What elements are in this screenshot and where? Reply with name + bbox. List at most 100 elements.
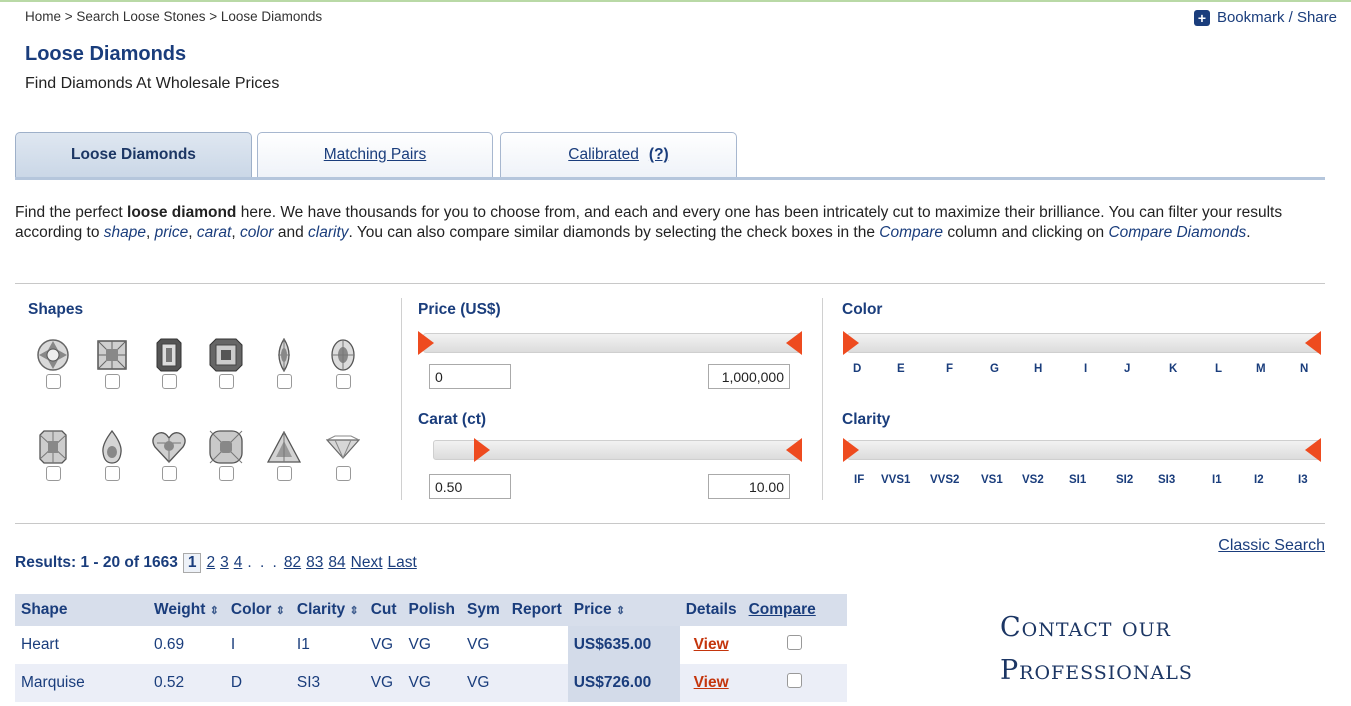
carat-max-handle[interactable]: [786, 438, 802, 462]
clarity-tick[interactable]: SI2: [1116, 474, 1133, 486]
clarity-slider-track[interactable]: [847, 440, 1321, 460]
header-shape[interactable]: Shape: [15, 594, 148, 626]
classic-search-link[interactable]: Classic Search: [1218, 537, 1325, 555]
color-tick[interactable]: H: [1034, 363, 1042, 375]
clarity-tick[interactable]: VS1: [981, 474, 1003, 486]
tab-matching-pairs-label[interactable]: Matching Pairs: [324, 146, 427, 163]
next-page-link[interactable]: Next: [351, 554, 383, 572]
clarity-tick[interactable]: I2: [1254, 474, 1264, 486]
page-link[interactable]: 84: [328, 554, 345, 572]
shape-checkbox[interactable]: [335, 466, 351, 481]
header-weight[interactable]: Weight ⇕: [148, 594, 225, 626]
pear-icon[interactable]: [94, 428, 130, 466]
shape-pear[interactable]: [94, 428, 130, 486]
breadcrumb[interactable]: Home > Search Loose Stones > Loose Diamo…: [25, 9, 322, 24]
shape-heart[interactable]: [151, 428, 187, 486]
shape-oval[interactable]: [325, 336, 361, 394]
color-tick[interactable]: F: [946, 363, 953, 375]
shape-checkbox[interactable]: [104, 466, 120, 481]
bookmark-share-link[interactable]: + Bookmark / Share: [1193, 9, 1337, 26]
bookmark-label[interactable]: Bookmark / Share: [1217, 9, 1337, 26]
clarity-min-handle[interactable]: [843, 438, 859, 462]
shape-marquise[interactable]: [266, 336, 302, 394]
clarity-tick[interactable]: I3: [1298, 474, 1308, 486]
last-page-link[interactable]: Last: [388, 554, 417, 572]
shape-checkbox[interactable]: [45, 374, 61, 389]
price-min-handle[interactable]: [418, 331, 434, 355]
compare-checkbox[interactable]: [787, 635, 803, 650]
sort-icon[interactable]: ⇕: [349, 605, 358, 617]
trillion-side-icon[interactable]: [325, 428, 361, 466]
header-compare[interactable]: Compare: [742, 594, 847, 626]
header-price[interactable]: Price ⇕: [567, 594, 680, 626]
trilliant-icon[interactable]: [266, 428, 302, 466]
shape-checkbox[interactable]: [335, 374, 351, 389]
cushion-icon[interactable]: [208, 428, 244, 466]
shape-checkbox[interactable]: [218, 466, 234, 481]
shape-princess[interactable]: [94, 336, 130, 394]
shape-cushion[interactable]: [208, 428, 244, 486]
asscher-icon[interactable]: [208, 336, 244, 374]
color-tick[interactable]: L: [1215, 363, 1222, 375]
contact-professionals-banner[interactable]: Contact our Professionals: [1000, 606, 1193, 692]
shape-checkbox[interactable]: [218, 374, 234, 389]
shape-checkbox[interactable]: [45, 466, 61, 481]
header-color[interactable]: Color ⇕: [224, 594, 291, 626]
shape-emerald[interactable]: [151, 336, 187, 394]
view-link[interactable]: View: [694, 674, 729, 691]
clarity-tick[interactable]: VVS1: [881, 474, 910, 486]
shape-asscher[interactable]: [208, 336, 244, 394]
emerald-icon[interactable]: [151, 336, 187, 374]
sort-icon[interactable]: ⇕: [616, 605, 625, 617]
radiant-icon[interactable]: [35, 428, 71, 466]
color-tick[interactable]: J: [1124, 363, 1130, 375]
shape-checkbox[interactable]: [161, 466, 177, 481]
tab-loose-diamonds[interactable]: Loose Diamonds: [15, 132, 252, 180]
color-tick[interactable]: I: [1084, 363, 1087, 375]
compare-checkbox[interactable]: [787, 673, 803, 688]
shape-checkbox[interactable]: [276, 374, 292, 389]
price-max-input[interactable]: [708, 364, 790, 389]
help-link[interactable]: (?): [649, 146, 669, 163]
tab-calibrated-label[interactable]: Calibrated: [568, 146, 639, 163]
color-tick[interactable]: N: [1300, 363, 1308, 375]
tab-matching-pairs[interactable]: Matching Pairs: [257, 132, 493, 178]
sort-icon[interactable]: ⇕: [276, 605, 285, 617]
color-tick[interactable]: M: [1256, 363, 1266, 375]
shape-trillion-side[interactable]: [325, 428, 361, 486]
compare-diamonds-link[interactable]: Compare: [749, 601, 816, 618]
tab-calibrated[interactable]: Calibrated (?): [500, 132, 737, 178]
sort-icon[interactable]: ⇕: [210, 605, 219, 617]
price-min-input[interactable]: [429, 364, 511, 389]
shape-checkbox[interactable]: [104, 374, 120, 389]
clarity-tick[interactable]: VS2: [1022, 474, 1044, 486]
clarity-tick[interactable]: IF: [854, 474, 864, 486]
color-tick[interactable]: K: [1169, 363, 1177, 375]
clarity-tick[interactable]: SI1: [1069, 474, 1086, 486]
carat-max-input[interactable]: [708, 474, 790, 499]
price-slider-track[interactable]: [423, 333, 801, 353]
shape-checkbox[interactable]: [276, 466, 292, 481]
color-max-handle[interactable]: [1305, 331, 1321, 355]
clarity-tick[interactable]: SI3: [1158, 474, 1175, 486]
page-link-current[interactable]: 1: [182, 553, 202, 573]
princess-icon[interactable]: [94, 336, 130, 374]
carat-min-input[interactable]: [429, 474, 511, 499]
page-link[interactable]: 83: [306, 554, 323, 572]
page-link[interactable]: 3: [220, 554, 229, 572]
heart-icon[interactable]: [151, 428, 187, 466]
clarity-tick[interactable]: I1: [1212, 474, 1222, 486]
clarity-max-handle[interactable]: [1305, 438, 1321, 462]
view-link[interactable]: View: [694, 636, 729, 653]
oval-icon[interactable]: [325, 336, 361, 374]
page-link[interactable]: 4: [234, 554, 243, 572]
marquise-icon[interactable]: [266, 336, 302, 374]
color-tick[interactable]: D: [853, 363, 861, 375]
color-min-handle[interactable]: [843, 331, 859, 355]
color-tick[interactable]: G: [990, 363, 999, 375]
shape-radiant[interactable]: [35, 428, 71, 486]
clarity-tick[interactable]: VVS2: [930, 474, 959, 486]
shape-trilliant[interactable]: [266, 428, 302, 486]
page-link[interactable]: 2: [206, 554, 215, 572]
round-icon[interactable]: [35, 336, 71, 374]
